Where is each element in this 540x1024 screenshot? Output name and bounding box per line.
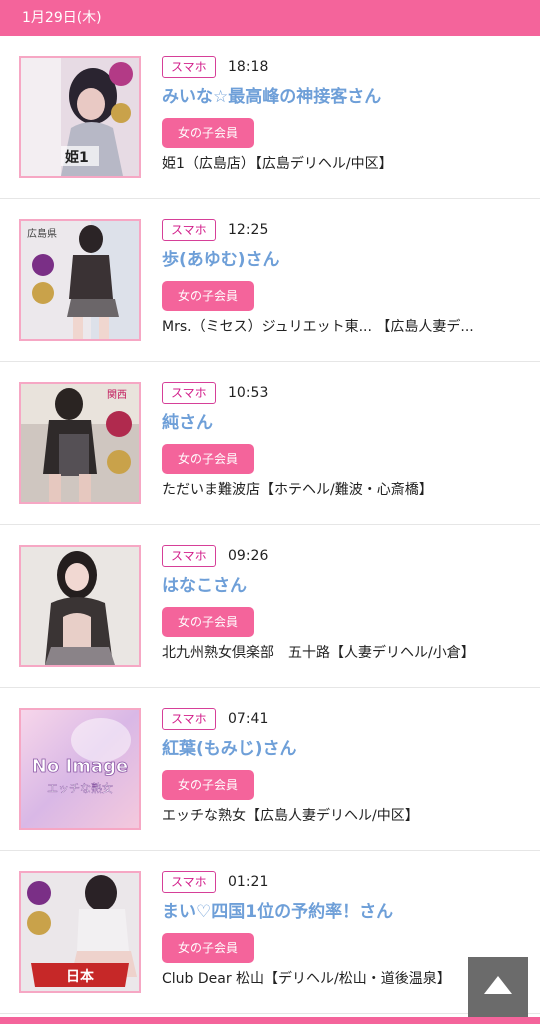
member-badge: 女の子会員 bbox=[162, 607, 254, 637]
member-badge: 女の子会員 bbox=[162, 281, 254, 311]
member-badge: 女の子会員 bbox=[162, 118, 254, 148]
list-item[interactable]: 広島県 スマホ 12:25 歩(あゆむ)さん 女の子会員 Mrs.（ミセス）ジュ… bbox=[0, 199, 540, 362]
shop-link[interactable]: Mrs.（ミセス）ジュリエット東... 【広島人妻デ... bbox=[162, 317, 532, 337]
post-time: 10:53 bbox=[228, 385, 269, 401]
device-badge: スマホ bbox=[162, 56, 216, 78]
device-badge: スマホ bbox=[162, 219, 216, 241]
svg-text:広島県: 広島県 bbox=[27, 227, 57, 240]
shop-link[interactable]: エッチな熟女【広島人妻デリヘル/中区】 bbox=[162, 806, 532, 826]
shop-link[interactable]: 北九州熟女倶楽部 五十路【人妻デリヘル/小倉】 bbox=[162, 643, 532, 663]
arrow-up-icon bbox=[484, 976, 512, 994]
photo-placeholder-icon bbox=[21, 547, 139, 665]
girl-name-link[interactable]: みいな☆最高峰の神接客さん bbox=[162, 85, 381, 109]
photo-placeholder-icon: 日本 bbox=[21, 873, 139, 991]
girl-name-link[interactable]: 歩(あゆむ)さん bbox=[162, 248, 280, 272]
girl-name-link[interactable]: 純さん bbox=[162, 411, 213, 435]
post-thumbnail[interactable]: 姫1 bbox=[19, 56, 141, 178]
post-thumbnail[interactable]: 日本 bbox=[19, 871, 141, 993]
post-list: 姫1 スマホ 18:18 みいな☆最高峰の神接客さん 女の子会員 姫1（広島店）… bbox=[0, 36, 540, 1014]
list-item[interactable]: スマホ 09:26 はなこさん 女の子会員 北九州熟女倶楽部 五十路【人妻デリヘ… bbox=[0, 525, 540, 688]
svg-text:関西: 関西 bbox=[107, 389, 127, 401]
girl-name-link[interactable]: まい♡四国1位の予約率！さん bbox=[162, 900, 393, 924]
device-badge: スマホ bbox=[162, 382, 216, 404]
list-item[interactable]: 関西 スマホ 10:53 純さん 女の子会員 ただいま難波店【ホテヘル/難波・心… bbox=[0, 362, 540, 525]
no-image-placeholder-icon: No Image エッチな熟女 bbox=[21, 710, 139, 828]
post-time: 01:21 bbox=[228, 874, 269, 890]
girl-name-link[interactable]: 紅葉(もみじ)さん bbox=[162, 737, 297, 761]
scroll-to-top-button[interactable] bbox=[468, 957, 528, 1017]
photo-placeholder-icon: 姫1 bbox=[21, 58, 139, 176]
svg-text:日本: 日本 bbox=[66, 968, 95, 985]
device-badge: スマホ bbox=[162, 871, 216, 893]
device-badge: スマホ bbox=[162, 545, 216, 567]
photo-placeholder-icon: 広島県 bbox=[21, 221, 139, 339]
member-badge: 女の子会員 bbox=[162, 933, 254, 963]
svg-text:エッチな熟女: エッチな熟女 bbox=[47, 781, 113, 795]
list-item[interactable]: No Image エッチな熟女 スマホ 07:41 紅葉(もみじ)さん 女の子会… bbox=[0, 688, 540, 851]
photo-placeholder-icon: 関西 bbox=[21, 384, 139, 502]
post-time: 12:25 bbox=[228, 222, 269, 238]
list-item[interactable]: 姫1 スマホ 18:18 みいな☆最高峰の神接客さん 女の子会員 姫1（広島店）… bbox=[0, 36, 540, 199]
svg-text:No Image: No Image bbox=[32, 756, 128, 777]
post-time: 18:18 bbox=[228, 59, 269, 75]
post-thumbnail[interactable]: 広島県 bbox=[19, 219, 141, 341]
post-time: 09:26 bbox=[228, 548, 269, 564]
member-badge: 女の子会員 bbox=[162, 770, 254, 800]
device-badge: スマホ bbox=[162, 708, 216, 730]
girl-name-link[interactable]: はなこさん bbox=[162, 574, 247, 598]
svg-text:姫1: 姫1 bbox=[65, 149, 89, 166]
post-time: 07:41 bbox=[228, 711, 269, 727]
post-thumbnail[interactable]: 関西 bbox=[19, 382, 141, 504]
date-header: 1月29日(木) bbox=[0, 0, 540, 36]
post-thumbnail[interactable]: No Image エッチな熟女 bbox=[19, 708, 141, 830]
bottom-bar bbox=[0, 1017, 540, 1024]
date-label: 1月29日(木) bbox=[22, 10, 102, 26]
list-item[interactable]: 日本 スマホ 01:21 まい♡四国1位の予約率！さん 女の子会員 Club D… bbox=[0, 851, 540, 1014]
shop-link[interactable]: ただいま難波店【ホテヘル/難波・心斎橋】 bbox=[162, 480, 532, 500]
post-thumbnail[interactable] bbox=[19, 545, 141, 667]
shop-link[interactable]: 姫1（広島店）【広島デリヘル/中区】 bbox=[162, 154, 532, 174]
member-badge: 女の子会員 bbox=[162, 444, 254, 474]
